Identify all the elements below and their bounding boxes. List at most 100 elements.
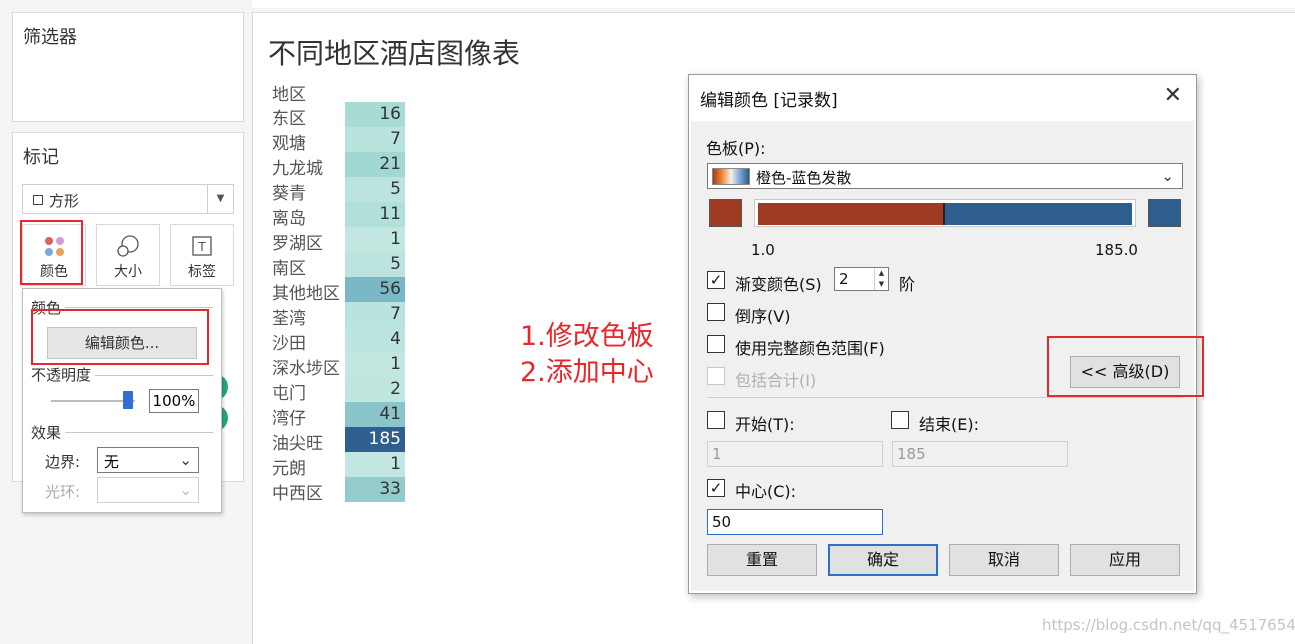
region-name: 其他地区 [272,284,340,304]
ok-button[interactable]: 确定 [828,544,938,576]
include-totals-checkbox [707,367,725,385]
center-input[interactable]: 50 [707,509,883,535]
color-ramp[interactable] [754,199,1136,227]
spinner-arrows-icon[interactable]: ▲ ▼ [874,268,888,290]
size-circles-icon [97,233,159,259]
table-row[interactable]: 东区 16 [264,102,405,129]
table-row[interactable]: 其他地区 56 [264,277,405,304]
table-row[interactable]: 湾仔 41 [264,402,405,429]
full-range-checkbox[interactable] [707,335,725,353]
center-value: 50 [712,513,732,531]
region-name: 中西区 [272,484,323,504]
end-color-swatch[interactable] [1148,199,1181,227]
dialog-divider [707,397,1183,398]
text-label-icon: T [171,233,233,259]
center-checkbox[interactable]: ✓ [707,479,725,497]
highlight-advanced [1047,336,1204,397]
toolbar-strip [252,0,1295,8]
record-count-cell[interactable]: 185 [345,427,405,452]
region-name: 屯门 [272,384,306,404]
start-label: 开始(T): [735,415,795,434]
region-name: 葵青 [272,184,306,204]
end-label: 结束(E): [919,415,979,434]
region-name: 沙田 [272,334,306,354]
table-row[interactable]: 南区 5 [264,252,405,279]
filters-title: 筛选器 [23,27,77,48]
end-value: 185 [897,445,926,463]
watermark-text: https://blog.csdn.net/qq_45176548 [1042,616,1295,634]
table-row[interactable]: 沙田 4 [264,327,405,354]
palette-swatch-icon [712,168,750,185]
record-count-cell[interactable]: 21 [345,152,405,177]
region-name: 湾仔 [272,409,306,429]
table-row[interactable]: 油尖旺 185 [264,427,405,454]
table-row[interactable]: 中西区 33 [264,477,405,504]
start-input: 1 [707,441,883,467]
record-count-cell[interactable]: 4 [345,327,405,352]
halo-select: ⌄ [97,477,199,503]
center-label: 中心(C): [735,482,797,501]
table-row[interactable]: 罗湖区 1 [264,227,405,254]
opacity-input[interactable]: 100% [149,389,199,413]
dialog-title: 编辑颜色 [记录数] [700,91,838,111]
stepped-color-checkbox[interactable]: ✓ [707,271,725,289]
record-count-cell[interactable]: 33 [345,477,405,502]
record-count-cell[interactable]: 41 [345,402,405,427]
start-color-swatch[interactable] [709,199,742,227]
record-count-cell[interactable]: 11 [345,202,405,227]
reverse-checkbox[interactable] [707,303,725,321]
label-mark-button[interactable]: T 标签 [170,224,234,286]
stepped-color-label: 渐变颜色(S) [735,275,822,294]
chevron-down-icon: ⌄ [179,451,192,469]
table-row[interactable]: 葵青 5 [264,177,405,204]
size-mark-button[interactable]: 大小 [96,224,160,286]
record-count-cell[interactable]: 2 [345,377,405,402]
highlight-edit-color [31,309,209,365]
start-checkbox[interactable] [707,411,725,429]
record-count-cell[interactable]: 5 [345,252,405,277]
border-select[interactable]: 无 ⌄ [97,447,199,473]
record-count-cell[interactable]: 5 [345,177,405,202]
palette-value: 橙色-蓝色发散 [756,169,852,187]
region-name: 东区 [272,109,306,129]
table-row[interactable]: 观塘 7 [264,127,405,154]
filters-shelf[interactable]: 筛选器 [12,12,244,122]
table-row[interactable]: 荃湾 7 [264,302,405,329]
steps-value: 2 [839,270,849,288]
palette-dropdown[interactable]: 橙色-蓝色发散 ⌄ [707,163,1183,189]
close-icon[interactable]: ✕ [1164,83,1182,108]
highlight-color-button [20,220,83,285]
record-count-cell[interactable]: 1 [345,452,405,477]
region-name: 荃湾 [272,309,306,329]
record-count-cell[interactable]: 56 [345,277,405,302]
steps-suffix: 阶 [899,275,916,294]
record-count-cell[interactable]: 1 [345,227,405,252]
table-row[interactable]: 离岛 11 [264,202,405,229]
steps-spinner[interactable]: 2 ▲ ▼ [834,267,889,291]
effects-label: 效果 [31,422,66,443]
mark-type-dropdown[interactable]: 方形 ▼ [22,184,234,214]
record-count-cell[interactable]: 7 [345,127,405,152]
table-row[interactable]: 元朗 1 [264,452,405,479]
table-row[interactable]: 屯门 2 [264,377,405,404]
range-min: 1.0 [751,241,775,259]
chevron-down-icon: ▼ [207,185,233,213]
record-count-cell[interactable]: 7 [345,302,405,327]
opacity-label: 不透明度 [31,364,96,385]
palette-label: 色板(P): [706,139,766,158]
record-count-cell[interactable]: 16 [345,102,405,127]
edit-colors-dialog: 编辑颜色 [记录数] ✕ 色板(P): 橙色-蓝色发散 ⌄ 1.0 185.0 … [688,74,1197,594]
annotation-line2: 2.添加中心 [520,357,654,388]
cancel-button[interactable]: 取消 [949,544,1059,576]
region-name: 观塘 [272,134,306,154]
range-max: 185.0 [1095,241,1138,259]
record-count-cell[interactable]: 1 [345,352,405,377]
end-checkbox[interactable] [891,411,909,429]
apply-button[interactable]: 应用 [1070,544,1180,576]
chevron-down-icon: ⌄ [179,481,192,499]
reset-button[interactable]: 重置 [707,544,817,576]
table-row[interactable]: 深水埗区 1 [264,352,405,379]
opacity-slider-thumb[interactable] [123,391,133,409]
table-row[interactable]: 九龙城 21 [264,152,405,179]
square-icon [33,195,43,205]
